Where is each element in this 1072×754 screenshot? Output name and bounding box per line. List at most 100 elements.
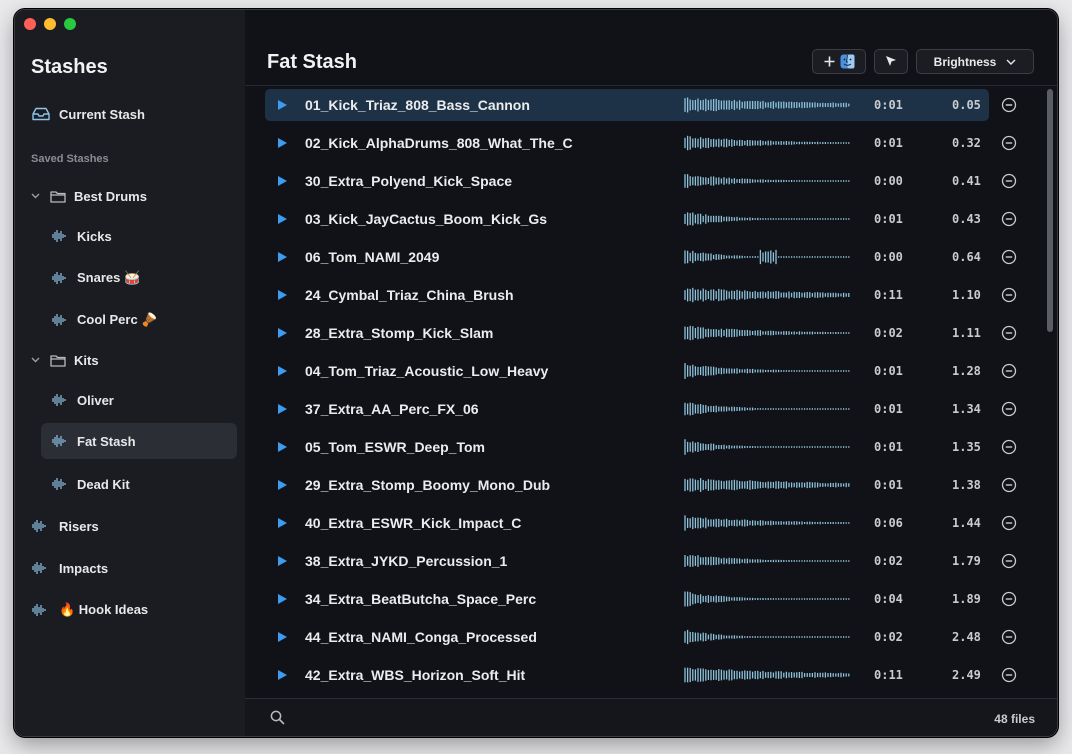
play-icon[interactable] <box>278 328 287 338</box>
file-row[interactable]: 30_Extra_Polyend_Kick_Space 0:00 0.41 <box>265 165 1017 197</box>
sidebar-item-cool-perc[interactable]: Cool Perc 🪘 <box>41 302 237 338</box>
waveform-preview[interactable] <box>683 513 855 538</box>
play-icon[interactable] <box>278 100 287 110</box>
file-brightness-value: 0.43 <box>952 212 981 226</box>
sidebar-group-kits[interactable]: Kits <box>31 342 231 378</box>
play-icon[interactable] <box>278 632 287 642</box>
file-duration: 0:06 <box>874 516 903 530</box>
play-icon[interactable] <box>278 366 287 376</box>
waveform-preview[interactable] <box>683 665 855 690</box>
waveform-preview[interactable] <box>683 627 855 652</box>
remove-icon[interactable] <box>1001 629 1017 645</box>
file-row[interactable]: 03_Kick_JayCactus_Boom_Kick_Gs 0:01 0.43 <box>265 203 1017 235</box>
remove-icon[interactable] <box>1001 325 1017 341</box>
play-icon[interactable] <box>278 556 287 566</box>
file-name: 01_Kick_Triaz_808_Bass_Cannon <box>305 97 530 113</box>
remove-icon[interactable] <box>1001 249 1017 265</box>
chevron-down-icon[interactable] <box>31 355 41 366</box>
sidebar-item-hook-ideas[interactable]: 🔥 Hook Ideas <box>31 592 231 628</box>
remove-icon[interactable] <box>1001 477 1017 493</box>
add-to-finder-button[interactable] <box>812 49 866 74</box>
remove-icon[interactable] <box>1001 515 1017 531</box>
file-brightness-value: 1.38 <box>952 478 981 492</box>
sidebar-item-label: Snares 🥁 <box>77 270 141 285</box>
file-row[interactable]: 05_Tom_ESWR_Deep_Tom 0:01 1.35 <box>265 431 1017 463</box>
file-row[interactable]: 06_Tom_NAMI_2049 0:00 0.64 <box>265 241 1017 273</box>
waveform-preview[interactable] <box>683 399 855 424</box>
waveform-preview[interactable] <box>683 247 855 272</box>
sidebar-item-oliver[interactable]: Oliver <box>41 382 237 418</box>
file-name: 04_Tom_Triaz_Acoustic_Low_Heavy <box>305 363 549 379</box>
play-icon[interactable] <box>278 176 287 186</box>
search-icon[interactable] <box>270 710 285 725</box>
waveform-preview[interactable] <box>683 437 855 462</box>
sort-dropdown[interactable]: Brightness <box>916 49 1034 74</box>
sidebar-item-kicks[interactable]: Kicks <box>41 218 237 254</box>
cursor-arrow-icon <box>885 55 897 68</box>
waveform-preview[interactable] <box>683 323 855 348</box>
play-icon[interactable] <box>278 138 287 148</box>
play-icon[interactable] <box>278 442 287 452</box>
file-row[interactable]: 37_Extra_AA_Perc_FX_06 0:01 1.34 <box>265 393 1017 425</box>
waveform-preview[interactable] <box>683 95 855 120</box>
remove-icon[interactable] <box>1001 173 1017 189</box>
remove-icon[interactable] <box>1001 401 1017 417</box>
remove-icon[interactable] <box>1001 135 1017 151</box>
scrollbar[interactable] <box>1043 87 1057 699</box>
sidebar-item-impacts[interactable]: Impacts <box>31 550 231 586</box>
sidebar-item-fat-stash[interactable]: Fat Stash <box>41 423 237 459</box>
sidebar-item-snares[interactable]: Snares 🥁 <box>41 260 237 296</box>
remove-icon[interactable] <box>1001 211 1017 227</box>
file-row[interactable]: 02_Kick_AlphaDrums_808_What_The_C 0:01 0.3… <box>265 127 1017 159</box>
minimize-window-button[interactable] <box>44 18 56 30</box>
file-row[interactable]: 40_Extra_ESWR_Kick_Impact_C 0:06 1.44 <box>265 507 1017 539</box>
waveform-preview[interactable] <box>683 589 855 614</box>
sidebar-item-dead-kit[interactable]: Dead Kit <box>41 466 237 502</box>
remove-icon[interactable] <box>1001 97 1017 113</box>
waveform-preview[interactable] <box>683 285 855 310</box>
close-window-button[interactable] <box>24 18 36 30</box>
remove-icon[interactable] <box>1001 287 1017 303</box>
sidebar-item-label: Cool Perc 🪘 <box>77 312 158 327</box>
play-icon[interactable] <box>278 290 287 300</box>
play-icon[interactable] <box>278 252 287 262</box>
chevron-down-icon[interactable] <box>31 191 41 202</box>
drag-cursor-button[interactable] <box>874 49 908 74</box>
remove-icon[interactable] <box>1001 667 1017 683</box>
file-row[interactable]: 42_Extra_WBS_Horizon_Soft_Hit 0:11 2.49 <box>265 659 1017 691</box>
file-name: 37_Extra_AA_Perc_FX_06 <box>305 401 479 417</box>
remove-icon[interactable] <box>1001 591 1017 607</box>
saved-stashes-header: Saved Stashes <box>31 153 109 165</box>
play-icon[interactable] <box>278 214 287 224</box>
file-name: 29_Extra_Stomp_Boomy_Mono_Dub <box>305 477 551 493</box>
play-icon[interactable] <box>278 518 287 528</box>
file-row[interactable]: 38_Extra_JYKD_Percussion_1 0:02 1.79 <box>265 545 1017 577</box>
play-icon[interactable] <box>278 594 287 604</box>
waveform-preview[interactable] <box>683 361 855 386</box>
file-row[interactable]: 44_Extra_NAMI_Conga_Processed 0:02 2.48 <box>265 621 1017 653</box>
remove-icon[interactable] <box>1001 363 1017 379</box>
file-row[interactable]: 29_Extra_Stomp_Boomy_Mono_Dub 0:01 1.38 <box>265 469 1017 501</box>
play-icon[interactable] <box>278 404 287 414</box>
sidebar-item-current-stash[interactable]: Current Stash <box>31 96 231 132</box>
waveform-preview[interactable] <box>683 209 855 234</box>
waveform-preview[interactable] <box>683 171 855 196</box>
file-row[interactable]: 28_Extra_Stomp_Kick_Slam 0:02 1.11 <box>265 317 1017 349</box>
sidebar-item-risers[interactable]: Risers <box>31 508 231 544</box>
play-icon[interactable] <box>278 670 287 680</box>
file-row[interactable]: 24_Cymbal_Triaz_China_Brush 0:11 1.10 <box>265 279 1017 311</box>
waveform-preview[interactable] <box>683 133 855 158</box>
file-duration: 0:02 <box>874 326 903 340</box>
file-duration: 0:00 <box>874 250 903 264</box>
scrollbar-thumb[interactable] <box>1047 89 1053 332</box>
zoom-window-button[interactable] <box>64 18 76 30</box>
waveform-preview[interactable] <box>683 475 855 500</box>
play-icon[interactable] <box>278 480 287 490</box>
file-row[interactable]: 04_Tom_Triaz_Acoustic_Low_Heavy 0:01 1.28 <box>265 355 1017 387</box>
file-row[interactable]: 34_Extra_BeatButcha_Space_Perc 0:04 1.89 <box>265 583 1017 615</box>
sidebar-group-best-drums[interactable]: Best Drums <box>31 178 231 214</box>
file-row[interactable]: 01_Kick_Triaz_808_Bass_Cannon 0:01 0.05 <box>265 89 1017 121</box>
waveform-preview[interactable] <box>683 551 855 576</box>
remove-icon[interactable] <box>1001 439 1017 455</box>
remove-icon[interactable] <box>1001 553 1017 569</box>
